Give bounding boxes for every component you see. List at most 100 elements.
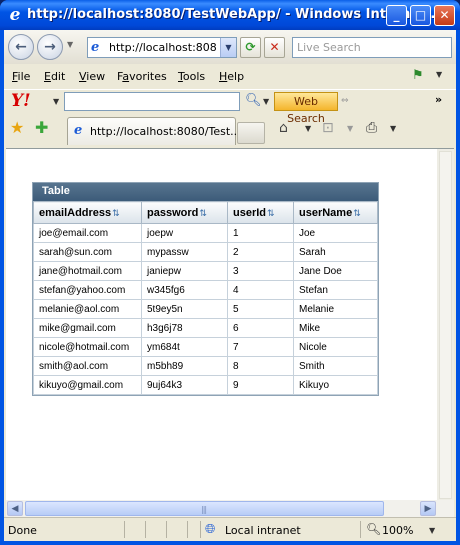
cell-password: 5t9ey5n [141, 299, 228, 319]
recent-pages-dropdown-icon[interactable]: ▼ [67, 40, 73, 49]
favorites-star-icon[interactable]: ★ [10, 119, 24, 137]
back-button[interactable]: ← [8, 34, 34, 60]
cell-userid: 4 [227, 280, 294, 300]
cell-emailaddress: kikuyo@gmail.com [33, 375, 142, 395]
browser-client: ← → ▼ e http://localhost:8080/ ▼ ⟳ ✕ Liv… [4, 30, 456, 541]
sort-icon[interactable]: ⇅ [199, 208, 207, 218]
cell-password: m5bh89 [141, 356, 228, 376]
table-row[interactable]: joe@email.com joepw 1 Joe [33, 223, 378, 243]
page-icon: e [74, 123, 83, 138]
stop-button[interactable]: ✕ [264, 37, 285, 58]
cell-username: Nicole [293, 337, 378, 357]
home-icon[interactable]: ⌂ [279, 120, 288, 136]
navigation-bar: ← → ▼ e http://localhost:8080/ ▼ ⟳ ✕ Liv… [4, 30, 456, 64]
menu-help[interactable]: Help [219, 70, 244, 83]
add-favorites-icon[interactable]: ✚ [35, 119, 48, 137]
yahoo-logo[interactable]: Y! [11, 91, 31, 111]
feeds-dropdown-icon[interactable]: ▼ [347, 124, 353, 133]
cell-username: Stefan [293, 280, 378, 300]
tab-active[interactable]: e http://localhost:8080/Test... [67, 117, 241, 145]
vertical-scroll-track[interactable] [439, 151, 452, 499]
menu-file[interactable]: File [12, 70, 30, 83]
cell-emailaddress: mike@gmail.com [33, 318, 142, 338]
table-row[interactable]: stefan@yahoo.com w345fg6 4 Stefan [33, 280, 378, 300]
table-row[interactable]: sarah@sun.com mypassw 2 Sarah [33, 242, 378, 262]
zoom-icon[interactable]: 🔍︎ [366, 522, 381, 536]
close-button[interactable]: ✕ [434, 5, 455, 26]
cell-password: mypassw [141, 242, 228, 262]
page-icon: e [91, 40, 100, 55]
search-dropdown-icon[interactable]: ▼ [263, 97, 269, 106]
sort-icon[interactable]: ⇅ [267, 208, 275, 218]
status-divider [360, 521, 361, 538]
menu-tools[interactable]: Tools [178, 70, 205, 83]
sort-icon[interactable]: ⇅ [353, 208, 361, 218]
sort-icon[interactable]: ⇅ [112, 208, 120, 218]
window-title: http://localhost:8080/TestWebApp/ - Wind… [27, 7, 441, 22]
cell-emailaddress: melanie@aol.com [33, 299, 142, 319]
column-header-userid[interactable]: userId⇅ [227, 201, 294, 224]
ie-logo-icon: e [9, 5, 21, 25]
cell-userid: 6 [227, 318, 294, 338]
address-dropdown-icon[interactable]: ▼ [220, 38, 236, 57]
yahoo-search-input[interactable] [64, 92, 240, 111]
table-row[interactable]: kikuyo@gmail.com 9uj64k3 9 Kikuyo [33, 375, 378, 395]
table-row[interactable]: smith@aol.com m5bh89 8 Smith [33, 356, 378, 376]
table-row[interactable]: mike@gmail.com h3g6j78 6 Mike [33, 318, 378, 338]
minimize-button[interactable]: _ [386, 5, 407, 26]
scroll-left-button[interactable]: ◀ [7, 501, 23, 516]
yahoo-dropdown-icon[interactable]: ▼ [53, 97, 59, 106]
column-header-username[interactable]: userName⇅ [293, 201, 378, 224]
data-grid: emailAddress⇅ password⇅ userId⇅ userName… [33, 201, 378, 395]
forward-button[interactable]: → [37, 34, 63, 60]
menu-favorites[interactable]: Favorites [117, 70, 167, 83]
cell-username: Sarah [293, 242, 378, 262]
new-tab-button[interactable] [237, 122, 265, 144]
cell-username: Jane Doe [293, 261, 378, 281]
scroll-right-button[interactable]: ▶ [420, 501, 436, 516]
windows-flag-icon[interactable]: ⚑ [412, 68, 430, 84]
home-dropdown-icon[interactable]: ▼ [305, 124, 311, 133]
cell-userid: 5 [227, 299, 294, 319]
print-icon[interactable]: ⎙ [366, 120, 377, 136]
feeds-icon[interactable]: ⊡ [322, 120, 334, 136]
cell-userid: 2 [227, 242, 294, 262]
title-bar[interactable]: e http://localhost:8080/TestWebApp/ - Wi… [0, 0, 460, 30]
toolbar-more-button[interactable]: » [435, 93, 442, 106]
cell-password: joepw [141, 223, 228, 243]
search-icon[interactable]: 🔍︎ [245, 93, 262, 108]
cell-password: 9uj64k3 [141, 375, 228, 395]
cell-userid: 8 [227, 356, 294, 376]
column-header-emailaddress[interactable]: emailAddress⇅ [33, 201, 142, 224]
vertical-scrollbar[interactable] [437, 149, 454, 501]
cell-userid: 9 [227, 375, 294, 395]
menu-edit[interactable]: Edit [44, 70, 65, 83]
yahoo-toolbar: Y! ▼ 🔍︎ ▼ Web Search ⇔ » [4, 89, 456, 125]
address-input[interactable]: http://localhost:8080/ [109, 41, 217, 54]
cell-emailaddress: jane@hotmail.com [33, 261, 142, 281]
horizontal-scrollbar[interactable]: ◀ ||| ▶ [6, 500, 454, 517]
cell-emailaddress: joe@email.com [33, 223, 142, 243]
table-row[interactable]: nicole@hotmail.com ym684t 7 Nicole [33, 337, 378, 357]
maximize-button[interactable]: □ [410, 5, 431, 26]
horizontal-scroll-thumb[interactable]: ||| [25, 501, 384, 516]
table-row[interactable]: jane@hotmail.com janiepw 3 Jane Doe [33, 261, 378, 281]
print-dropdown-icon[interactable]: ▼ [390, 124, 396, 133]
live-search-input[interactable]: Live Search [292, 37, 452, 58]
table-row[interactable]: melanie@aol.com 5t9ey5n 5 Melanie [33, 299, 378, 319]
cell-emailaddress: nicole@hotmail.com [33, 337, 142, 357]
zoom-level[interactable]: 100% [382, 524, 413, 537]
refresh-button[interactable]: ⟳ [240, 37, 261, 58]
web-search-button[interactable]: Web Search [274, 92, 338, 125]
cell-username: Melanie [293, 299, 378, 319]
menu-bar: File Edit View Favorites Tools Help [4, 66, 456, 88]
menu-view[interactable]: View [79, 70, 105, 83]
security-zone[interactable]: Local intranet [225, 524, 301, 537]
column-header-password[interactable]: password⇅ [141, 201, 228, 224]
cell-userid: 3 [227, 261, 294, 281]
address-bar[interactable]: e http://localhost:8080/ ▼ [87, 37, 237, 58]
windows-flag-dropdown-icon[interactable]: ▼ [436, 70, 442, 79]
toolbar-grip-icon[interactable]: ⇔ [341, 96, 349, 106]
table-caption: Table [33, 183, 378, 201]
zoom-dropdown-icon[interactable]: ▼ [429, 526, 435, 535]
